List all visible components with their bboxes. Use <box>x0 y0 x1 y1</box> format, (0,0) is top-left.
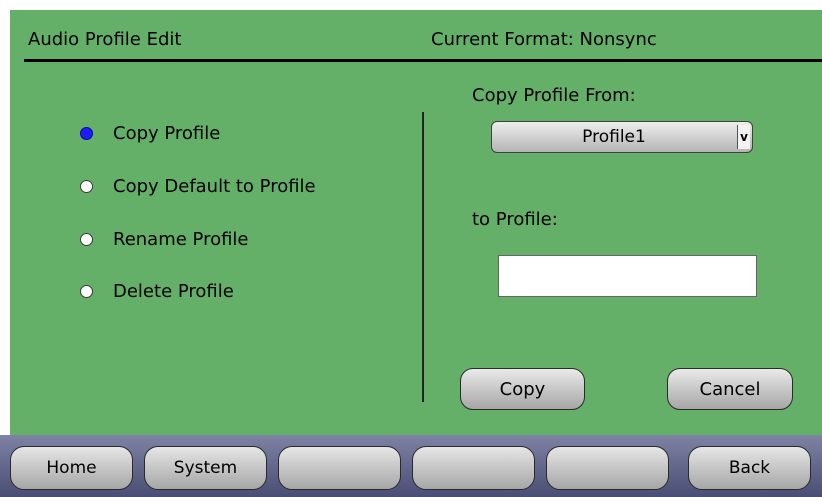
nav-button-3[interactable] <box>278 446 401 490</box>
bottom-nav-bar: Home System Back <box>0 435 822 497</box>
system-button[interactable]: System <box>144 446 267 490</box>
option-copy-profile[interactable]: Copy Profile <box>80 121 220 145</box>
chevron-down-icon[interactable]: v <box>737 125 750 149</box>
option-label: Delete Profile <box>113 280 234 302</box>
to-profile-label: to Profile: <box>472 209 558 230</box>
copy-from-label: Copy Profile From: <box>472 85 636 106</box>
nav-button-5[interactable] <box>546 446 669 490</box>
source-profile-value: Profile1 <box>582 127 646 147</box>
option-copy-default-to-profile[interactable]: Copy Default to Profile <box>80 174 316 198</box>
to-profile-input[interactable] <box>498 255 757 297</box>
option-label: Rename Profile <box>113 228 249 250</box>
radio-unselected-icon[interactable] <box>80 179 93 193</box>
option-label: Copy Profile <box>113 122 221 144</box>
main-panel: Audio Profile Edit Current Format: Nonsy… <box>10 10 822 435</box>
back-button[interactable]: Back <box>688 446 811 490</box>
radio-unselected-icon[interactable] <box>80 284 93 298</box>
nav-button-4[interactable] <box>412 446 535 490</box>
source-profile-select[interactable]: Profile1 v <box>491 121 753 153</box>
radio-selected-icon[interactable] <box>80 126 93 140</box>
home-button[interactable]: Home <box>10 446 133 490</box>
option-rename-profile[interactable]: Rename Profile <box>80 227 249 251</box>
radio-unselected-icon[interactable] <box>80 232 93 246</box>
copy-button[interactable]: Copy <box>460 368 585 410</box>
page-title: Audio Profile Edit <box>28 29 182 50</box>
option-delete-profile[interactable]: Delete Profile <box>80 279 234 303</box>
vertical-divider <box>422 112 424 402</box>
option-label: Copy Default to Profile <box>113 175 316 197</box>
current-format-label: Current Format: Nonsync <box>431 29 657 50</box>
header-divider <box>24 59 822 62</box>
cancel-button[interactable]: Cancel <box>667 368 793 410</box>
